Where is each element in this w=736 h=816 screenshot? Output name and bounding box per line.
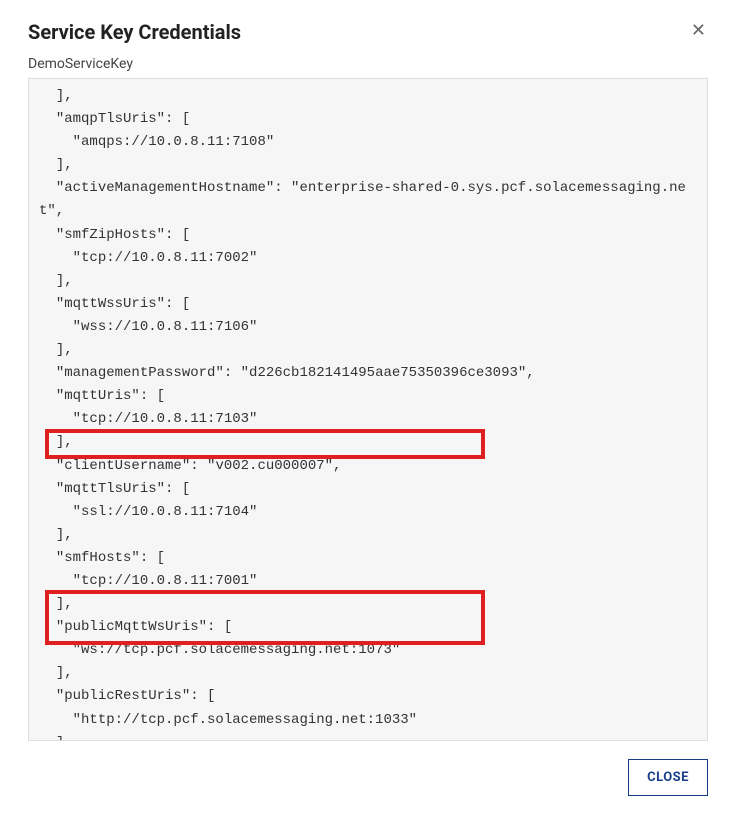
credentials-json-content: ], "amqpTlsUris": [ "amqps://10.0.8.11:7… bbox=[39, 85, 697, 741]
service-key-name: DemoServiceKey bbox=[28, 56, 708, 72]
credentials-json-container[interactable]: ], "amqpTlsUris": [ "amqps://10.0.8.11:7… bbox=[28, 78, 708, 741]
close-icon[interactable]: ✕ bbox=[689, 20, 708, 42]
modal-header: Service Key Credentials ✕ bbox=[28, 20, 708, 44]
highlight-client-username bbox=[45, 429, 485, 459]
modal-title: Service Key Credentials bbox=[28, 20, 241, 44]
highlight-public-mqtt-ws-uris bbox=[45, 590, 485, 645]
close-button[interactable]: CLOSE bbox=[628, 759, 708, 796]
service-key-credentials-modal: Service Key Credentials ✕ DemoServiceKey… bbox=[0, 0, 736, 816]
modal-footer: CLOSE bbox=[28, 741, 708, 796]
